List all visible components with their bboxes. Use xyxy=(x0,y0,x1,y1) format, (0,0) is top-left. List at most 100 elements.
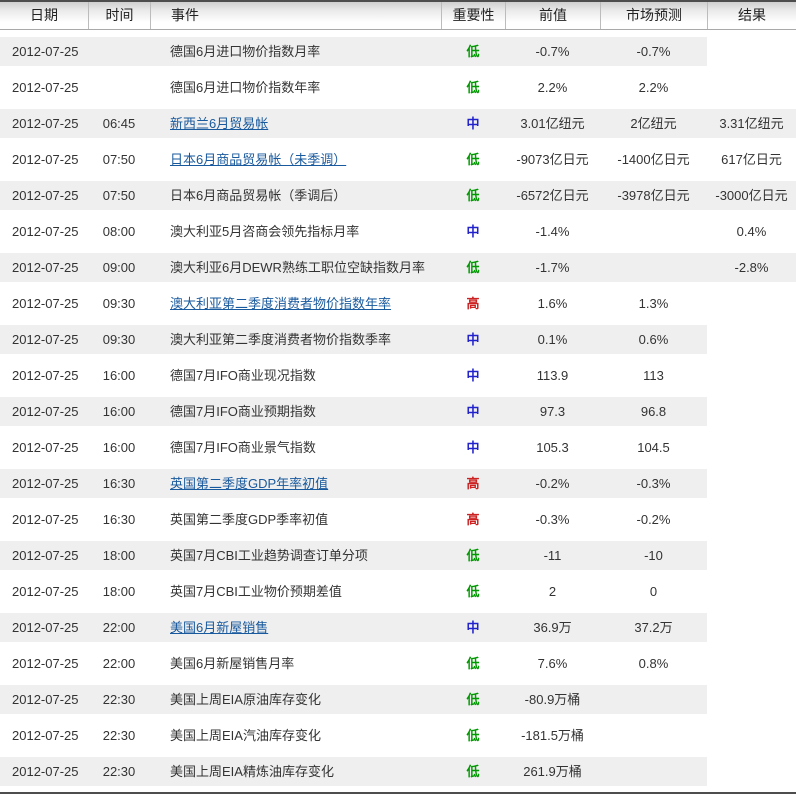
importance-badge: 高 xyxy=(466,296,480,311)
cell-forecast: 2.2% xyxy=(638,80,669,95)
cell-time: 16:00 xyxy=(102,404,136,419)
cell-event: 英国第二季度GDP年率初值 xyxy=(150,469,441,498)
cell-time: 22:30 xyxy=(102,764,136,779)
cell-event: 德国7月IFO商业现况指数 xyxy=(170,368,316,383)
importance-badge: 低 xyxy=(466,152,480,167)
cell-event: 美国6月新屋销售月率 xyxy=(170,656,295,671)
cell-time: 18:00 xyxy=(102,584,136,599)
cell-event: 澳大利亚5月咨商会领先指标月率 xyxy=(170,224,360,239)
cell-previous: -0.7% xyxy=(535,44,570,59)
importance-badge: 低 xyxy=(466,188,480,203)
table-row: 2012-07-25 16:00 德国7月IFO商业景气指数 中 105.3 104.5 xyxy=(0,433,796,462)
cell-date: 2012-07-25 xyxy=(12,764,79,779)
cell-date: 2012-07-25 xyxy=(12,80,79,95)
cell-time: 16:30 xyxy=(102,512,136,527)
event-link[interactable]: 日本6月商品贸易帐（未季调） xyxy=(170,152,346,167)
cell-forecast: -0.2% xyxy=(636,512,671,527)
cell-result xyxy=(707,397,796,426)
cell-date: 2012-07-25 xyxy=(12,476,79,491)
column-header-time: 时间 xyxy=(88,2,150,29)
cell-forecast xyxy=(600,217,707,246)
table-row: 2012-07-25 09:30 澳大利亚第二季度消费者物价指数年率 高 1.6% 1.3… xyxy=(0,289,796,318)
table-row: 2012-07-25 07:50 日本6月商品贸易帐（未季调） 低 -9073亿日元 -1… xyxy=(0,145,796,174)
importance-badge: 低 xyxy=(466,764,480,779)
cell-event: 澳大利亚6月DEWR熟练工职位空缺指数月率 xyxy=(170,260,425,275)
cell-time xyxy=(88,73,150,102)
cell-forecast: 96.8 xyxy=(640,404,667,419)
cell-date: 2012-07-25 xyxy=(12,440,79,455)
column-header-forecast: 市场预测 xyxy=(600,2,707,29)
cell-result xyxy=(707,433,796,462)
cell-event: 英国第二季度GDP季率初值 xyxy=(170,512,329,527)
importance-badge: 中 xyxy=(466,440,480,455)
cell-forecast: 0 xyxy=(649,584,658,599)
cell-event: 新西兰6月贸易帐 xyxy=(150,109,441,138)
importance-badge: 低 xyxy=(466,656,480,671)
cell-result xyxy=(707,361,796,390)
table-row: 2012-07-25 07:50 日本6月商品贸易帐（季调后） 低 -6572亿日元 -3… xyxy=(0,181,796,210)
event-link[interactable]: 澳大利亚第二季度消费者物价指数年率 xyxy=(170,296,391,311)
importance-badge: 中 xyxy=(466,620,480,635)
cell-date: 2012-07-25 xyxy=(12,728,79,743)
cell-date: 2012-07-25 xyxy=(12,656,79,671)
event-link[interactable]: 新西兰6月贸易帐 xyxy=(170,116,268,131)
cell-previous: -1.7% xyxy=(535,260,570,275)
cell-result xyxy=(707,685,796,714)
cell-event: 美国上周EIA汽油库存变化 xyxy=(170,728,321,743)
cell-previous: 1.6% xyxy=(537,296,568,311)
cell-date: 2012-07-25 xyxy=(12,548,79,563)
cell-event: 英国7月CBI工业物价预期差值 xyxy=(170,584,342,599)
cell-result xyxy=(707,289,796,318)
cell-date: 2012-07-25 xyxy=(12,332,79,347)
cell-result: 0.4% xyxy=(736,224,767,239)
column-header-importance: 重要性 xyxy=(441,2,505,29)
cell-forecast xyxy=(600,721,707,750)
cell-event: 美国上周EIA精炼油库存变化 xyxy=(170,764,334,779)
cell-time: 09:00 xyxy=(102,260,136,275)
cell-event: 德国6月进口物价指数年率 xyxy=(170,80,321,95)
table-row: 2012-07-25 18:00 英国7月CBI工业趋势调查订单分项 低 -11 -10 xyxy=(0,541,796,570)
cell-result: -3000亿日元 xyxy=(715,188,788,203)
table-row: 2012-07-25 德国6月进口物价指数年率 低 2.2% 2.2% xyxy=(0,73,796,102)
table-row: 2012-07-25 16:00 德国7月IFO商业预期指数 中 97.3 96.8 xyxy=(0,397,796,426)
cell-time: 22:30 xyxy=(102,728,136,743)
cell-result xyxy=(707,325,796,354)
cell-time: 07:50 xyxy=(102,152,136,167)
cell-forecast xyxy=(600,253,707,282)
cell-forecast: 113 xyxy=(643,368,664,383)
cell-result xyxy=(707,577,796,606)
cell-result: -2.8% xyxy=(734,260,769,275)
cell-event: 德国7月IFO商业预期指数 xyxy=(170,404,316,419)
cell-time: 09:30 xyxy=(102,296,136,311)
importance-badge: 高 xyxy=(466,512,480,527)
table-row: 2012-07-25 22:30 美国上周EIA精炼油库存变化 低 261.9万桶 xyxy=(0,757,796,786)
cell-forecast: -0.3% xyxy=(636,476,671,491)
event-link[interactable]: 英国第二季度GDP年率初值 xyxy=(170,476,328,491)
table-row: 2012-07-25 德国6月进口物价指数月率 低 -0.7% -0.7% xyxy=(0,37,796,66)
table-row: 2012-07-25 22:30 美国上周EIA原油库存变化 低 -80.9万桶 xyxy=(0,685,796,714)
importance-badge: 中 xyxy=(466,116,480,131)
cell-previous: -1.4% xyxy=(535,224,570,239)
cell-forecast: 0.6% xyxy=(638,332,669,347)
cell-date: 2012-07-25 xyxy=(12,44,79,59)
cell-date: 2012-07-25 xyxy=(12,368,79,383)
cell-date: 2012-07-25 xyxy=(12,620,79,635)
cell-event: 美国6月新屋销售 xyxy=(150,613,441,642)
importance-badge: 低 xyxy=(466,44,480,59)
cell-result xyxy=(707,541,796,570)
cell-result xyxy=(707,505,796,534)
cell-date: 2012-07-25 xyxy=(12,584,79,599)
cell-date: 2012-07-25 xyxy=(12,404,79,419)
column-header-event: 事件 xyxy=(150,2,441,29)
cell-result xyxy=(707,37,796,66)
importance-badge: 中 xyxy=(466,332,480,347)
importance-badge: 中 xyxy=(466,404,480,419)
table-row: 2012-07-25 16:00 德国7月IFO商业现况指数 中 113.9 113 xyxy=(0,361,796,390)
cell-event: 日本6月商品贸易帐（未季调） xyxy=(150,145,441,174)
importance-badge: 中 xyxy=(466,224,480,239)
cell-time: 09:30 xyxy=(102,332,136,347)
cell-forecast: 37.2万 xyxy=(634,620,673,635)
cell-previous: 2.2% xyxy=(537,80,568,95)
event-link[interactable]: 美国6月新屋销售 xyxy=(170,620,268,635)
importance-badge: 低 xyxy=(466,728,480,743)
